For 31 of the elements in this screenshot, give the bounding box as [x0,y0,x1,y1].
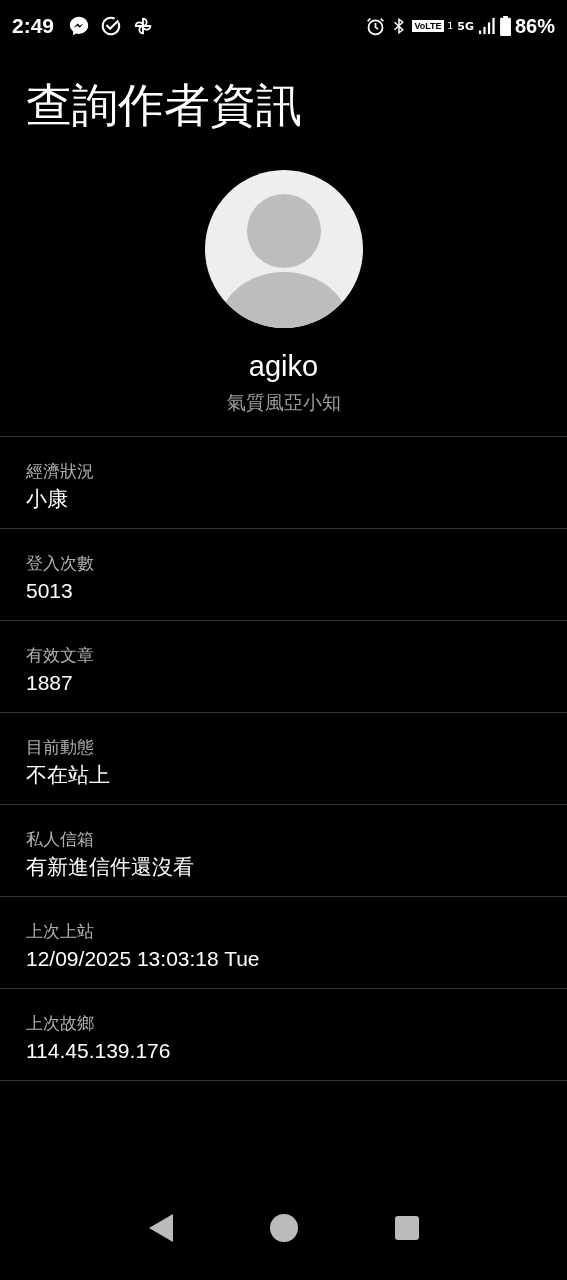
network-type: 5G [457,19,474,33]
battery-icon [499,16,511,36]
nickname: 氣質風亞小知 [226,390,341,415]
field-value: 有新進信件還沒看 [26,854,195,880]
home-icon[interactable] [269,1214,298,1242]
field-label: 私人信箱 [26,828,95,851]
recents-icon[interactable] [394,1216,419,1240]
field-value: 114.45.139.176 [26,1038,172,1064]
username: agiko [248,349,319,384]
signal-icon [477,17,496,35]
alarm-icon [365,15,387,37]
field-value: 1887 [26,670,74,696]
volte-badge: VoLTE [412,20,444,32]
avatar-icon [204,170,363,328]
field-label: 目前動態 [26,736,95,759]
field-value: 小康 [26,486,69,512]
check-circle-icon [100,15,123,37]
back-icon[interactable] [148,1214,173,1242]
field-value: 12/09/2025 13:03:18 Tue [26,946,261,972]
field-label: 登入次數 [26,552,95,575]
page-title: 查詢作者資訊 [26,77,303,134]
status-time: 2:49 [12,14,55,38]
field-label: 上次上站 [26,920,95,943]
battery-percent: 86% [514,14,555,38]
field-label: 經濟狀況 [26,460,95,483]
sim-number: 1 [447,21,454,31]
field-label: 上次故鄉 [26,1012,95,1035]
messenger-icon [68,15,91,37]
field-value: 5013 [26,578,74,604]
field-label: 有效文章 [26,644,95,667]
field-value: 不在站上 [26,762,111,788]
